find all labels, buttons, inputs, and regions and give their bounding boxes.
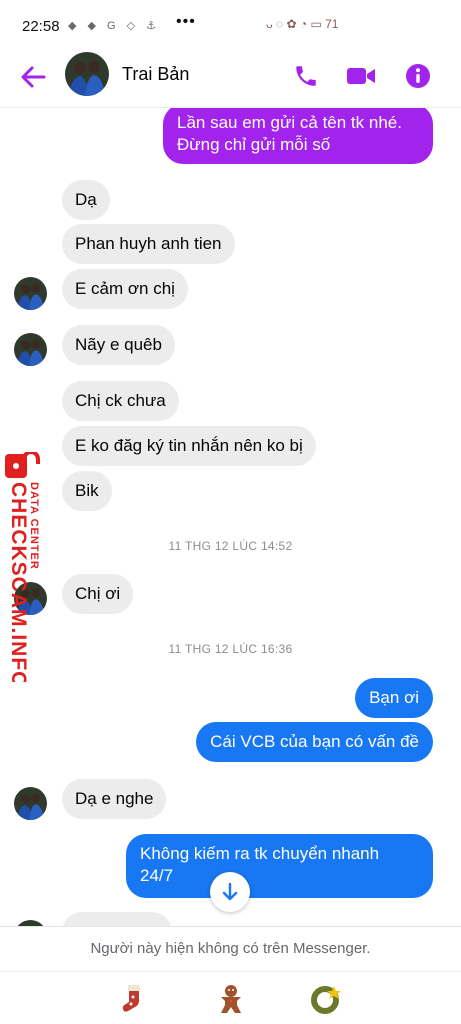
watermark-brand: CHECKSCAM.INFO [7,482,30,682]
unavailable-notice: Người này hiện không có trên Messenger. [90,940,371,957]
message-bubble-incoming[interactable]: Chị ơi [62,574,134,614]
message-bubble-outgoing[interactable]: Cái VCB của bạn có vấn đề [196,722,433,762]
gingerbread-icon [221,985,241,1013]
gingerbread-sticker-button[interactable] [213,981,249,1017]
wreath-sticker-button[interactable] [309,981,345,1017]
system-status-icons: ᴗ ◌ ✿ ◔ ▭ 71 [266,17,339,31]
video-camera-icon [347,68,375,84]
arrow-down-icon [222,882,238,901]
status-bar: 22:58 ◆ ◆ G ◇ ⚓ ••• ᴗ ◌ ✿ ◔ ▭ 71 [0,0,461,50]
timestamp: 11 THG 12 LÚC 14:52 [168,539,293,553]
stocking-sticker-button[interactable] [116,981,152,1017]
message-bubble-incoming[interactable]: Dạ e nghe [62,779,167,819]
more-notifications-icon: ••• [176,13,196,30]
composer-unavailable-bar: Người này hiện không có trên Messenger. [0,926,461,1024]
scroll-to-bottom-button[interactable] [210,872,250,912]
watermark-subtitle: DATA CENTER [28,482,40,570]
conversation-header: Trai Bản [0,50,461,108]
sender-avatar[interactable] [14,787,47,820]
message-list[interactable]: Lần sau em gửi cả tên tk nhé. Đừng chỉ g… [0,108,461,926]
message-bubble-incoming[interactable]: Phan huyh anh tien [62,224,235,264]
status-time: 22:58 [22,18,60,35]
message-bubble-incoming[interactable]: E cảm ơn chị [62,269,188,309]
wreath-icon [311,986,341,1014]
info-icon [406,64,430,88]
back-button[interactable] [18,62,48,92]
phone-icon [296,66,316,86]
sender-avatar[interactable] [14,277,47,310]
voice-call-button[interactable] [289,59,323,93]
timestamp: 11 THG 12 LÚC 16:36 [168,642,293,656]
checkscam-watermark: CHECKSCAM.INFO DATA CENTER [2,450,48,689]
message-bubble-incoming[interactable]: E ko đăg ký tin nhắn nên ko bị [62,426,316,466]
message-bubble-outgoing[interactable]: Bạn ơi [355,678,433,718]
sender-avatar[interactable] [14,333,47,366]
back-arrow-icon [21,66,46,88]
video-call-button[interactable] [344,59,378,93]
stocking-icon [122,985,140,1012]
contact-avatar[interactable] [65,52,109,96]
message-bubble-incoming-partial[interactable] [62,912,172,926]
conversation-info-button[interactable] [401,59,435,93]
message-bubble-incoming[interactable]: Chị ck chưa [62,381,179,421]
message-bubble-incoming[interactable]: Bik [62,471,112,511]
message-bubble-incoming[interactable]: Dạ [62,180,110,220]
contact-name[interactable]: Trai Bản [122,64,189,85]
notification-icons: ◆ ◆ G ◇ ⚓ [68,20,161,32]
message-bubble-outgoing[interactable]: Lần sau em gửi cả tên tk nhé. Đừng chỉ g… [163,108,433,164]
message-bubble-incoming[interactable]: Nãy e quêb [62,325,175,365]
message-bubble-outgoing[interactable]: Không kiếm ra tk chuyển nhanh 24/7 [126,834,433,898]
divider [0,971,461,972]
